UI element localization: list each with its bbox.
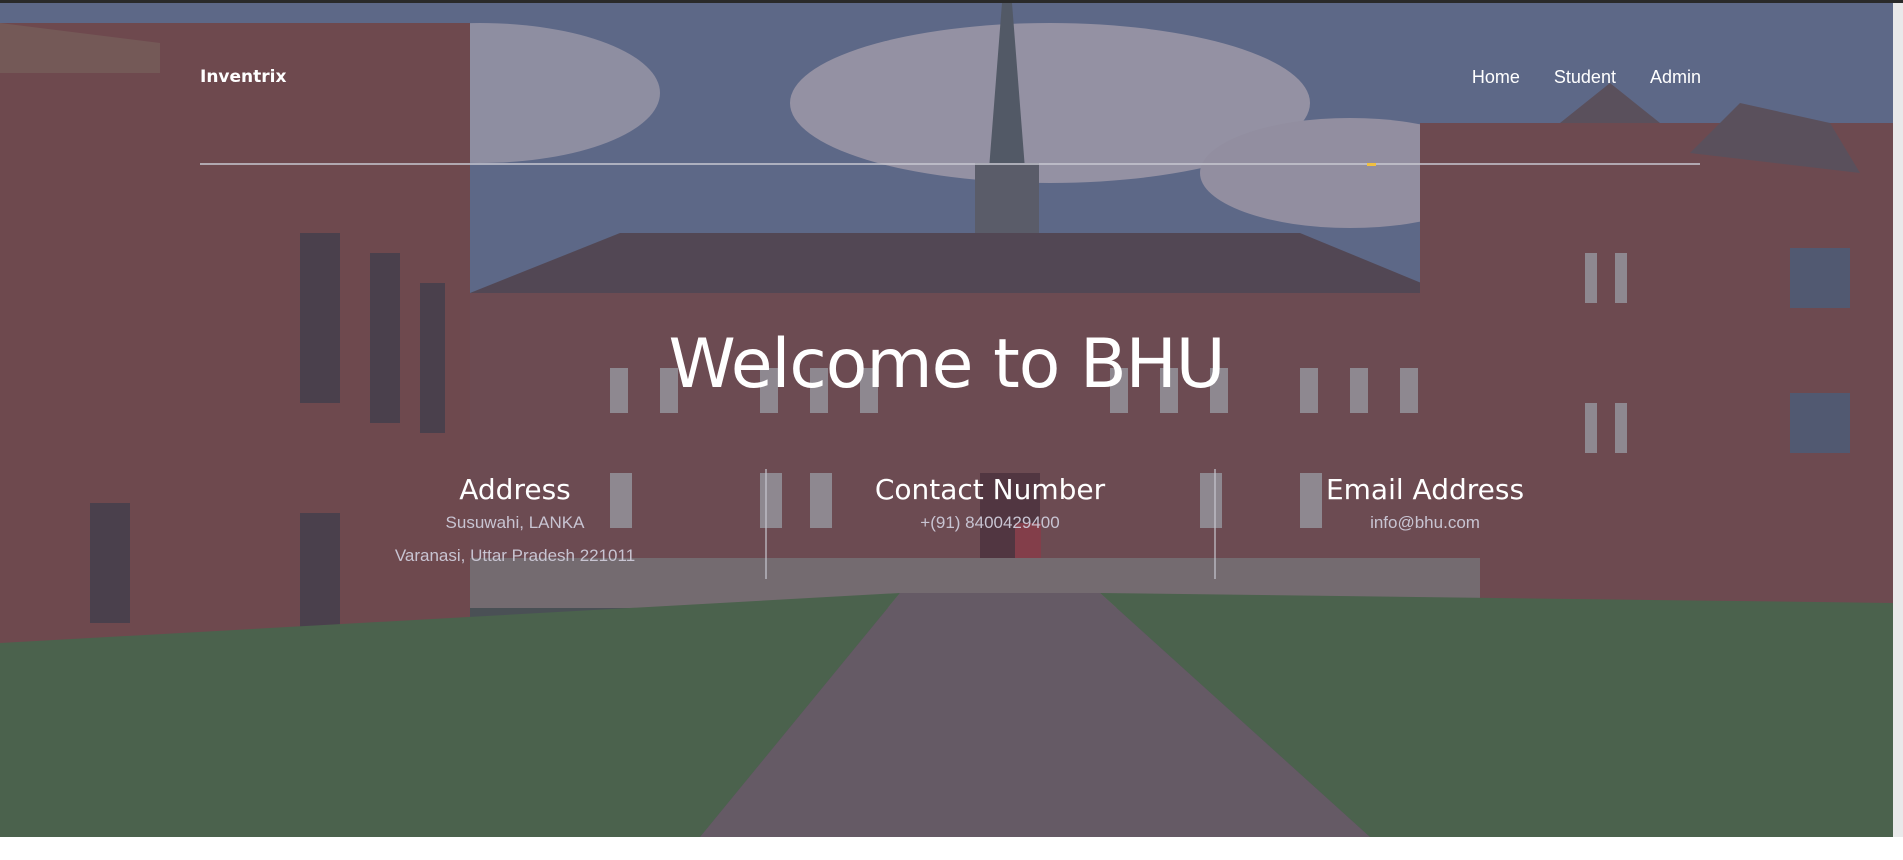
nav-active-indicator (1367, 163, 1376, 166)
email-address: info@bhu.com (1370, 513, 1480, 532)
address-block: Address Susuwahi, LANKA Varanasi, Uttar … (365, 473, 665, 572)
nav-student-link[interactable]: Student (1554, 67, 1616, 88)
contact-heading: Contact Number (874, 473, 1106, 506)
welcome-heading: Welcome to BHU (668, 325, 1225, 404)
hero-section: Inventrix Home Student Admin Welcome to … (0, 3, 1903, 837)
nav-divider (200, 163, 1700, 165)
nav-admin-link[interactable]: Admin (1650, 67, 1701, 88)
brand-logo[interactable]: Inventrix (200, 67, 286, 87)
address-heading: Address (459, 473, 571, 506)
email-block: Email Address info@bhu.com (1275, 473, 1575, 539)
email-heading: Email Address (1325, 473, 1525, 506)
info-separator (765, 469, 767, 579)
hero-overlay (0, 3, 1893, 837)
nav-home-link[interactable]: Home (1472, 67, 1520, 88)
address-line-2: Varanasi, Uttar Pradesh 221011 (394, 546, 636, 565)
main-nav: Home Student Admin (1472, 67, 1701, 88)
contact-block: Contact Number +(91) 8400429400 (840, 473, 1140, 539)
address-line-1: Susuwahi, LANKA (445, 513, 585, 532)
page-scrollbar[interactable] (1893, 3, 1903, 837)
contact-number: +(91) 8400429400 (920, 513, 1060, 532)
info-separator (1214, 469, 1216, 579)
